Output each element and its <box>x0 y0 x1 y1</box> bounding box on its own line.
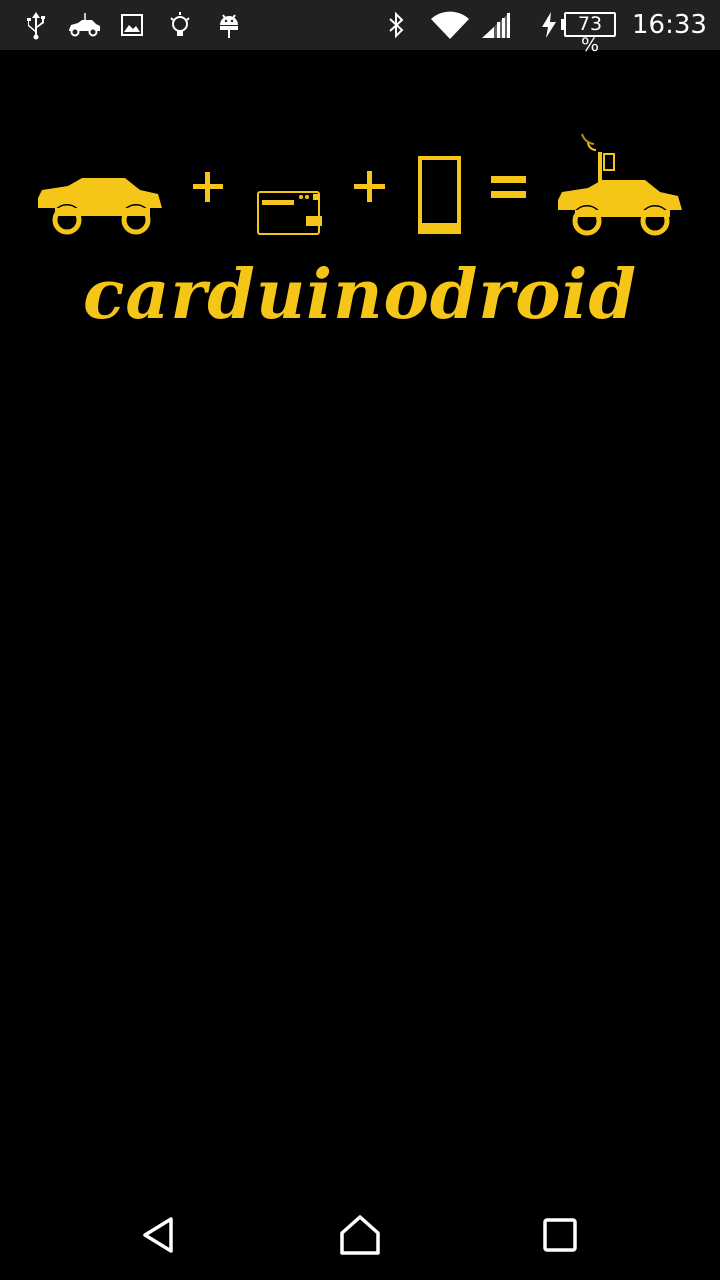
android-icon <box>214 0 244 50</box>
plus-icon <box>354 171 385 202</box>
phone-icon <box>418 156 461 234</box>
cell-signal-icon <box>478 0 514 50</box>
recents-icon <box>543 1218 577 1252</box>
recents-button[interactable] <box>500 1190 620 1280</box>
clock: 16:33 <box>632 10 707 40</box>
back-button[interactable] <box>100 1190 220 1280</box>
app-brand-title: carduinodroid <box>82 255 637 335</box>
home-icon <box>340 1215 380 1255</box>
bluetooth-icon <box>382 0 410 50</box>
lightbulb-icon <box>166 0 194 50</box>
battery-indicator: 73 % <box>564 12 616 56</box>
rc-car-icon <box>38 178 162 236</box>
plus-icon <box>193 172 223 202</box>
image-icon <box>118 0 146 50</box>
equals-icon <box>491 176 526 198</box>
splash-logo: carduinodroid <box>0 120 720 340</box>
usb-icon <box>22 0 50 50</box>
navigation-bar <box>0 1190 720 1280</box>
back-icon <box>143 1217 173 1253</box>
arduino-board-icon <box>257 191 322 235</box>
rc-car-with-phone-icon <box>558 133 682 237</box>
wifi-icon <box>428 0 472 50</box>
status-bar: 73 % 16:33 <box>0 0 720 56</box>
charging-icon <box>538 0 560 50</box>
car-notification-icon <box>66 0 102 50</box>
home-button[interactable] <box>300 1190 420 1280</box>
